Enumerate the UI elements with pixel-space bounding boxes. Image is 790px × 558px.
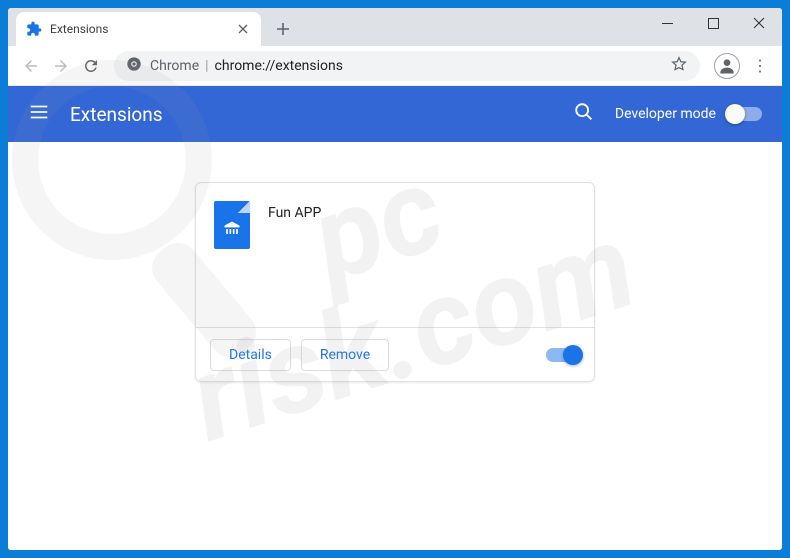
minimize-button[interactable] <box>644 8 690 38</box>
reload-button[interactable] <box>76 51 106 81</box>
developer-mode-label: Developer mode <box>615 106 716 122</box>
tab-extensions[interactable]: Extensions <box>16 12 261 46</box>
puzzle-icon <box>26 21 42 37</box>
details-button[interactable]: Details <box>210 339 291 371</box>
forward-button[interactable] <box>46 51 76 81</box>
chrome-icon <box>126 56 142 76</box>
close-window-button[interactable] <box>736 8 782 38</box>
developer-mode-toggle[interactable] <box>728 107 762 121</box>
browser-window: Extensions <box>8 8 782 550</box>
url-scheme-label: Chrome <box>150 58 199 74</box>
extensions-header: Extensions Developer mode <box>8 86 782 142</box>
toggle-knob <box>563 345 583 365</box>
content-area: Fun APP Details Remove <box>8 142 782 550</box>
extension-enable-toggle[interactable] <box>546 348 580 362</box>
tab-title: Extensions <box>50 22 235 36</box>
page-title: Extensions <box>70 103 573 126</box>
url-text: chrome://extensions <box>215 58 343 74</box>
toolbar: Chrome | chrome://extensions ⋮ <box>8 46 782 86</box>
address-bar[interactable]: Chrome | chrome://extensions <box>114 51 700 81</box>
remove-button[interactable]: Remove <box>301 339 389 371</box>
card-actions: Details Remove <box>196 327 594 381</box>
toggle-knob <box>725 104 745 124</box>
close-icon[interactable] <box>235 21 251 37</box>
back-button[interactable] <box>16 51 46 81</box>
extension-card: Fun APP Details Remove <box>195 182 595 382</box>
maximize-button[interactable] <box>690 8 736 38</box>
extension-name: Fun APP <box>268 205 321 309</box>
profile-avatar[interactable] <box>714 53 740 79</box>
window-controls <box>644 8 782 38</box>
hamburger-icon[interactable] <box>28 101 50 127</box>
extension-icon <box>214 201 250 249</box>
new-tab-button[interactable] <box>269 15 297 43</box>
bookmark-star-icon[interactable] <box>670 55 688 77</box>
menu-kebab-icon[interactable]: ⋮ <box>746 52 774 80</box>
search-icon[interactable] <box>573 101 595 127</box>
titlebar: Extensions <box>8 8 782 46</box>
